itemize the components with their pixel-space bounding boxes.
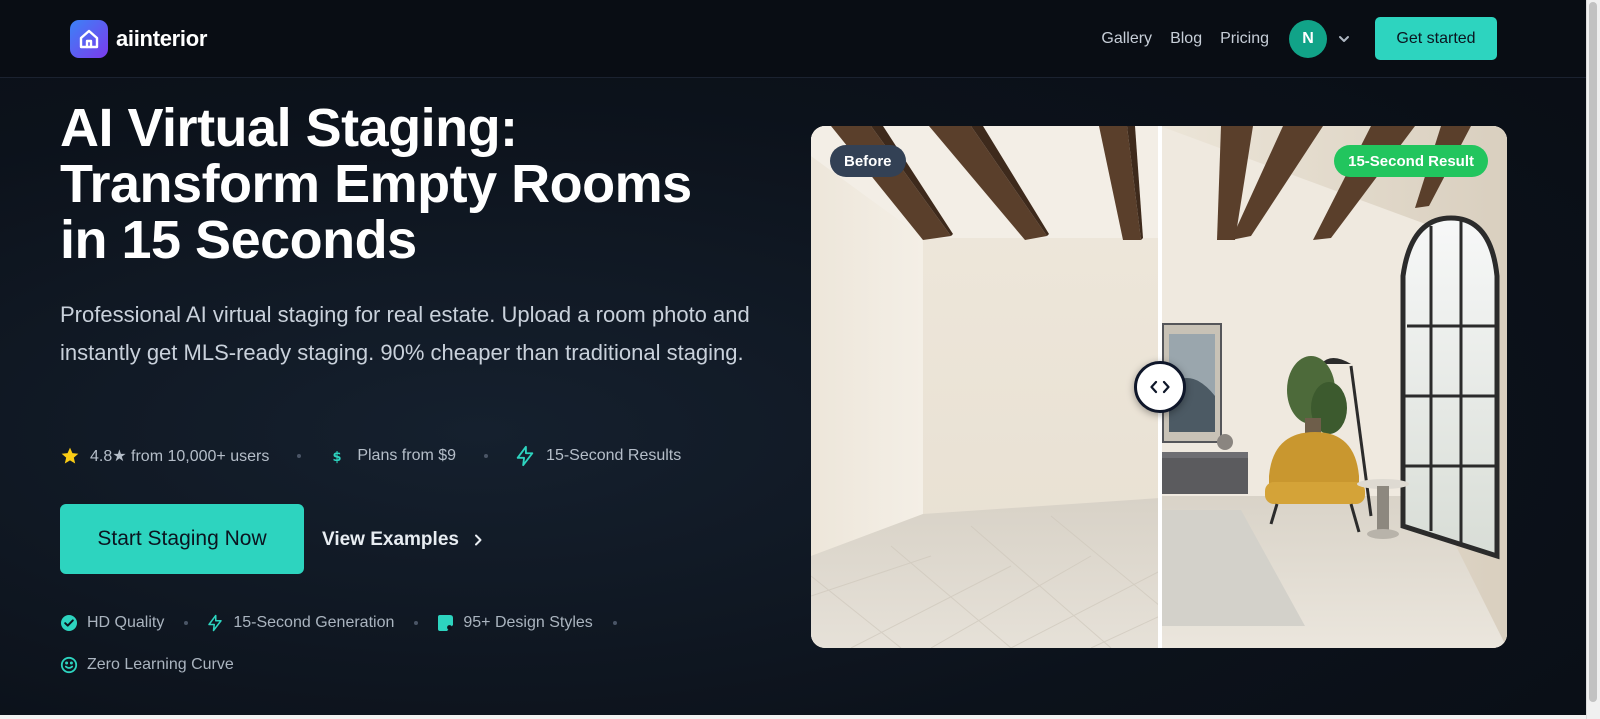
before-badge: Before [830,145,906,177]
lightning-icon [516,445,534,467]
features-row: HD Quality 15-Second Generation 95+ Desi… [60,610,700,636]
feature-design-styles: 95+ Design Styles [436,614,593,632]
stat-label: 4.8★ from 10,000+ users [90,448,270,465]
site-header: aiinterior Gallery Blog Pricing N Get st… [0,0,1586,78]
star-icon [61,447,79,464]
stats-row: 4.8★ from 10,000+ users $ Plans from $9 … [60,443,681,469]
nav-link-blog[interactable]: Blog [1170,30,1202,48]
separator-dot [414,621,419,625]
view-examples-label: View Examples [322,529,459,550]
check-circle-icon [61,615,77,631]
stat-rating: 4.8★ from 10,000+ users [60,446,269,466]
stat-label: Plans from $9 [357,447,457,464]
hero-title: AI Virtual Staging: Transform Empty Room… [60,100,780,268]
dollar-icon: $ [333,450,342,465]
start-staging-button[interactable]: Start Staging Now [60,504,304,574]
chevron-right-icon [474,534,482,546]
separator-dot [612,621,617,625]
features-list: HD Quality 15-Second Generation 95+ Desi… [60,610,700,694]
stat-pricing: $ Plans from $9 [327,446,456,466]
feature-label: Zero Learning Curve [87,656,234,673]
svg-text:$: $ [333,450,342,465]
lightning-icon [208,614,223,632]
hero-title-line: Transform Empty Rooms [60,154,692,214]
house-logo-icon [70,20,108,58]
nav-link-gallery[interactable]: Gallery [1101,30,1152,48]
stat-speed: 15-Second Results [514,445,681,467]
feature-generation-speed: 15-Second Generation [206,614,394,632]
after-badge: 15-Second Result [1334,145,1488,177]
brand-link[interactable]: aiinterior [70,20,207,58]
separator-dot [484,454,489,458]
brand-name: aiinterior [116,26,208,51]
palette-icon [438,615,454,631]
hero-title-line: in 15 Seconds [60,210,417,270]
view-examples-link[interactable]: View Examples [322,525,485,555]
chevron-down-icon[interactable] [1337,32,1351,46]
separator-dot [297,454,302,458]
scrollbar-thumb[interactable] [1589,2,1597,702]
before-after-comparison[interactable]: Before 15-Second Result [811,126,1507,648]
smile-icon [60,656,78,674]
feature-hd-quality: HD Quality [60,614,164,632]
hero-title-line: AI Virtual Staging: [60,98,518,158]
code-arrows-icon [1150,380,1170,394]
hero-subtitle: Professional AI virtual staging for real… [60,302,750,365]
separator-dot [184,621,189,625]
stat-label: 15-Second Results [546,447,682,464]
get-started-button[interactable]: Get started [1375,17,1497,60]
bottom-edge [0,715,1586,719]
feature-label: HD Quality [87,614,165,631]
feature-label: 95+ Design Styles [463,614,593,631]
nav-link-pricing[interactable]: Pricing [1220,30,1269,48]
page-scrollbar[interactable] [1586,0,1600,719]
main-nav: Gallery Blog Pricing N Get started [1101,17,1497,60]
feature-label: 15-Second Generation [233,614,395,631]
comparison-slider-handle[interactable] [1134,361,1186,413]
features-row: Zero Learning Curve [60,652,700,678]
feature-learning-curve: Zero Learning Curve [60,656,234,674]
user-avatar[interactable]: N [1289,19,1327,58]
